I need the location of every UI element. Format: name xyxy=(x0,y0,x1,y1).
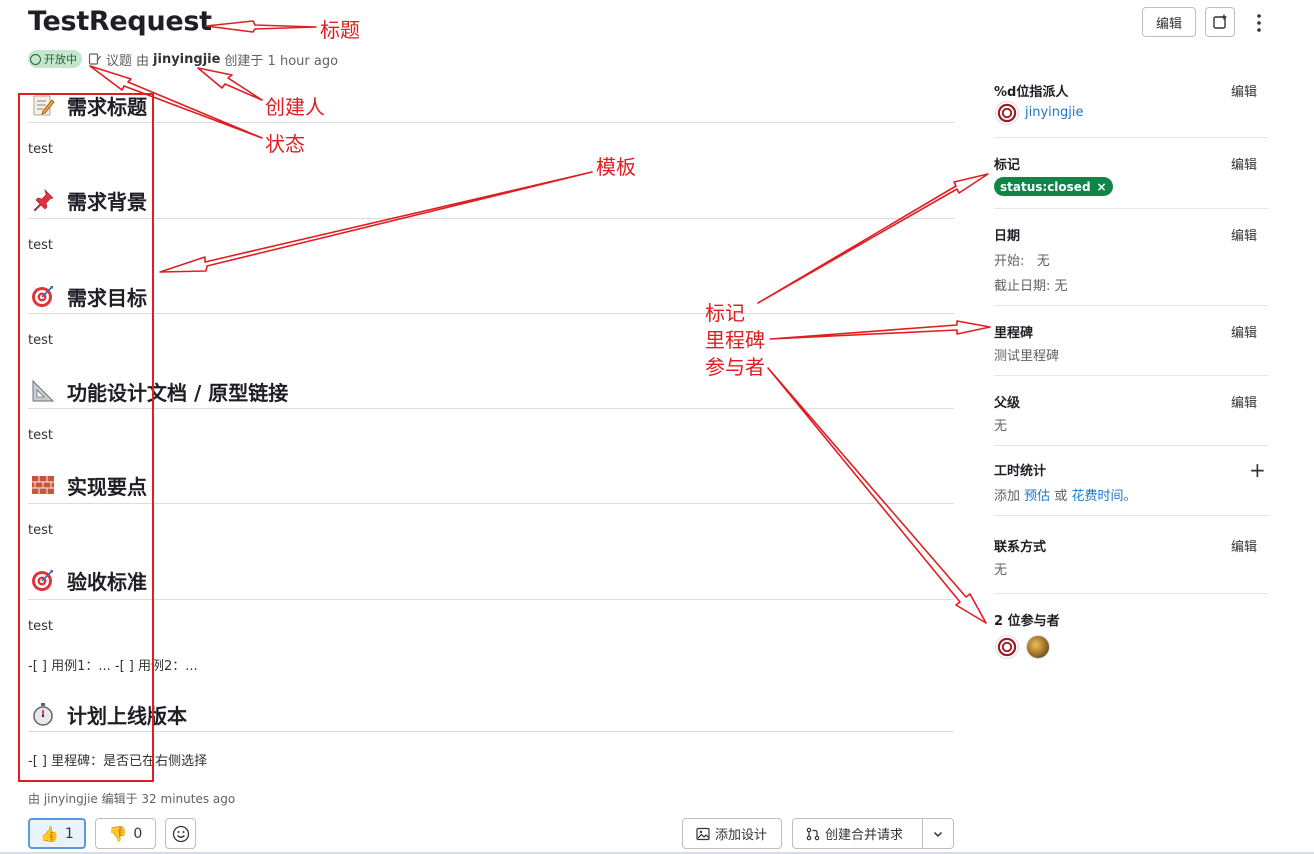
annotation-arrows xyxy=(89,20,991,624)
